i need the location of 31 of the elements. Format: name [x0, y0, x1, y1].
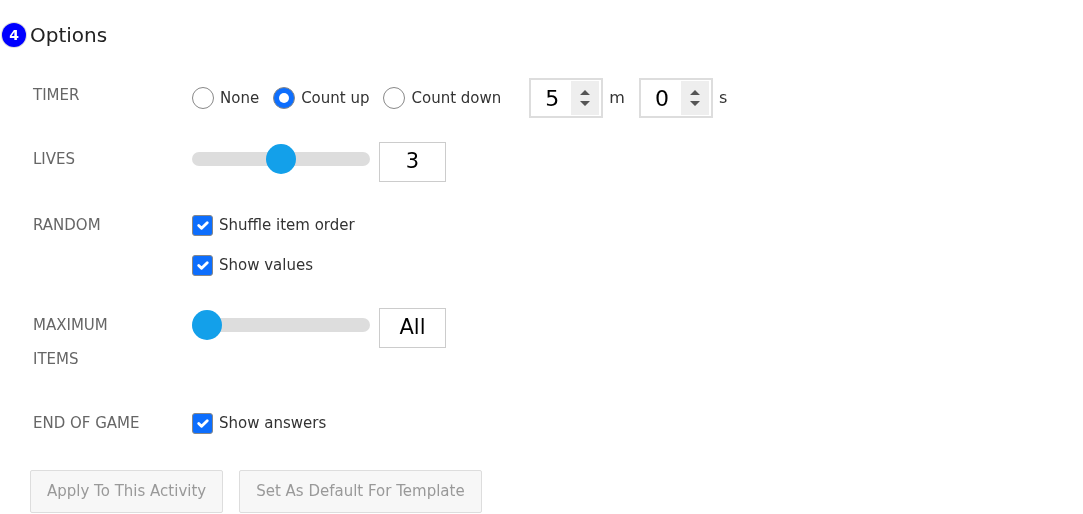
unit-label: s — [718, 87, 728, 109]
checkbox[interactable] — [192, 254, 213, 276]
field-label: END OF GAME — [33, 413, 140, 434]
number-field[interactable]: 0 — [638, 78, 713, 118]
spin-arrows-icon[interactable] — [680, 81, 709, 115]
number-field[interactable]: 5 — [529, 78, 604, 118]
slider[interactable] — [192, 310, 370, 340]
radio-button[interactable] — [192, 87, 214, 109]
slider[interactable] — [192, 144, 370, 174]
checkbox[interactable] — [192, 412, 213, 434]
checkbox[interactable] — [192, 214, 213, 236]
option-label: Show answers — [219, 412, 327, 434]
step-number: 4 — [2, 23, 26, 47]
spin-arrows-icon[interactable] — [571, 81, 600, 115]
field-label: MAXIMUM ITEMS — [33, 315, 109, 370]
field-label: LIVES — [33, 149, 76, 170]
section-title: Options — [30, 22, 108, 49]
option-label: Shuffle item order — [219, 214, 355, 236]
option-label: None — [220, 87, 260, 109]
value-box: All — [379, 308, 446, 348]
unit-label: m — [609, 87, 625, 109]
slider-thumb[interactable] — [266, 144, 296, 174]
value-box: 3 — [379, 142, 446, 182]
option-label: Count down — [411, 87, 502, 109]
field-label: TIMER — [33, 85, 80, 106]
radio-button[interactable] — [273, 87, 296, 109]
radio-button[interactable] — [383, 87, 406, 109]
slider-thumb[interactable] — [192, 310, 222, 340]
option-label: Count up — [301, 87, 370, 109]
option-label: Show values — [219, 254, 314, 276]
field-label: RANDOM — [33, 215, 101, 236]
